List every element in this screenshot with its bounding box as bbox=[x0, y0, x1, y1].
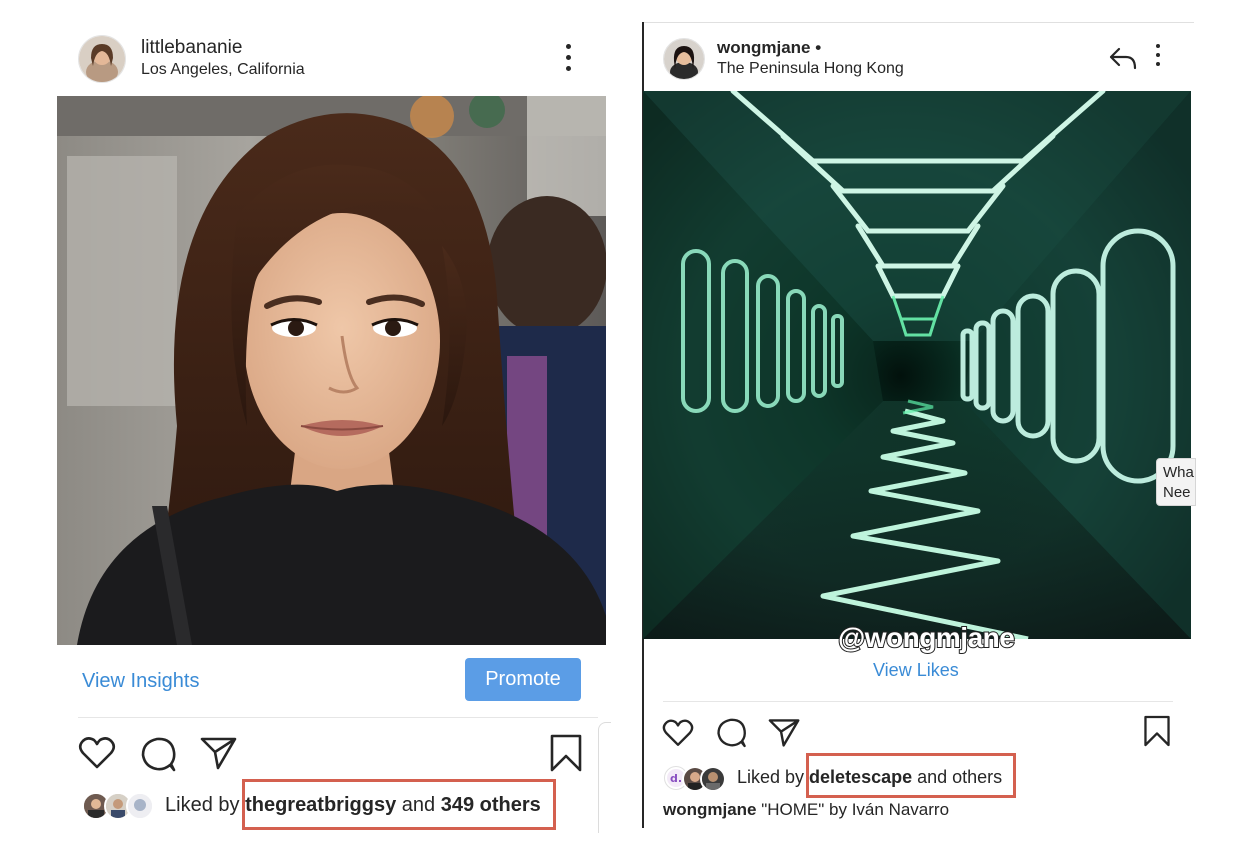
reply-arrow-icon[interactable] bbox=[1108, 46, 1138, 70]
bookmark-icon[interactable] bbox=[1143, 714, 1171, 748]
liker-username[interactable]: deletescape bbox=[809, 767, 912, 787]
next-card-edge bbox=[598, 722, 611, 833]
svg-text:d.: d. bbox=[670, 772, 682, 785]
caption-text: "HOME" by Iván Navarro bbox=[756, 800, 950, 819]
bookmark-icon[interactable] bbox=[549, 733, 583, 773]
comment-icon[interactable] bbox=[140, 736, 178, 772]
paper-plane-icon[interactable] bbox=[768, 717, 801, 748]
paper-plane-icon[interactable] bbox=[200, 735, 238, 771]
divider bbox=[78, 717, 598, 718]
likes-prefix: Liked by bbox=[165, 794, 246, 816]
view-insights-link[interactable]: View Insights bbox=[82, 670, 199, 693]
more-vertical-icon[interactable] bbox=[1151, 44, 1167, 74]
heart-icon[interactable] bbox=[78, 736, 116, 770]
image-watermark: @wongmjane bbox=[837, 621, 1016, 654]
post-location[interactable]: Los Angeles, California bbox=[141, 61, 305, 79]
popup-line: Wha bbox=[1163, 464, 1194, 481]
liker-username[interactable]: thegreatbriggsy bbox=[245, 794, 396, 816]
divider bbox=[663, 701, 1173, 702]
profile-avatar[interactable] bbox=[78, 35, 126, 83]
likes-prefix: Liked by bbox=[737, 767, 810, 787]
post-photo[interactable] bbox=[643, 91, 1191, 639]
promote-button[interactable]: Promote bbox=[465, 658, 581, 701]
liker-avatar[interactable] bbox=[700, 766, 726, 792]
profile-avatar[interactable] bbox=[663, 38, 705, 80]
side-popup-card[interactable]: Wha Nee bbox=[1156, 458, 1196, 506]
post-username[interactable]: littlebananie bbox=[141, 37, 242, 59]
caption-username[interactable]: wongmjane bbox=[663, 800, 757, 819]
likes-count[interactable]: 349 others bbox=[441, 794, 541, 816]
heart-icon[interactable] bbox=[662, 718, 694, 748]
view-likes-link[interactable]: View Likes bbox=[873, 660, 959, 681]
likes-middle: and bbox=[396, 794, 441, 816]
post-caption: wongmjane "HOME" by Iván Navarro bbox=[663, 800, 949, 820]
post-username[interactable]: wongmjane • bbox=[717, 38, 821, 58]
post-littlebananie: littlebananie Los Angeles, California Vi… bbox=[0, 0, 640, 859]
liker-avatar[interactable] bbox=[126, 792, 154, 820]
likes-suffix: and others bbox=[912, 767, 1003, 787]
comment-icon[interactable] bbox=[716, 717, 748, 748]
comparison-canvas: littlebananie Los Angeles, California Vi… bbox=[0, 0, 1250, 859]
post-photo[interactable] bbox=[57, 96, 606, 645]
likes-summary[interactable]: Liked by thegreatbriggsy and 349 others bbox=[165, 794, 541, 817]
likes-summary[interactable]: Liked by deletescape and others bbox=[737, 767, 1002, 788]
more-vertical-icon[interactable] bbox=[561, 44, 577, 74]
post-location[interactable]: The Peninsula Hong Kong bbox=[717, 60, 904, 78]
popup-line: Nee bbox=[1163, 484, 1191, 501]
top-border bbox=[644, 22, 1194, 23]
